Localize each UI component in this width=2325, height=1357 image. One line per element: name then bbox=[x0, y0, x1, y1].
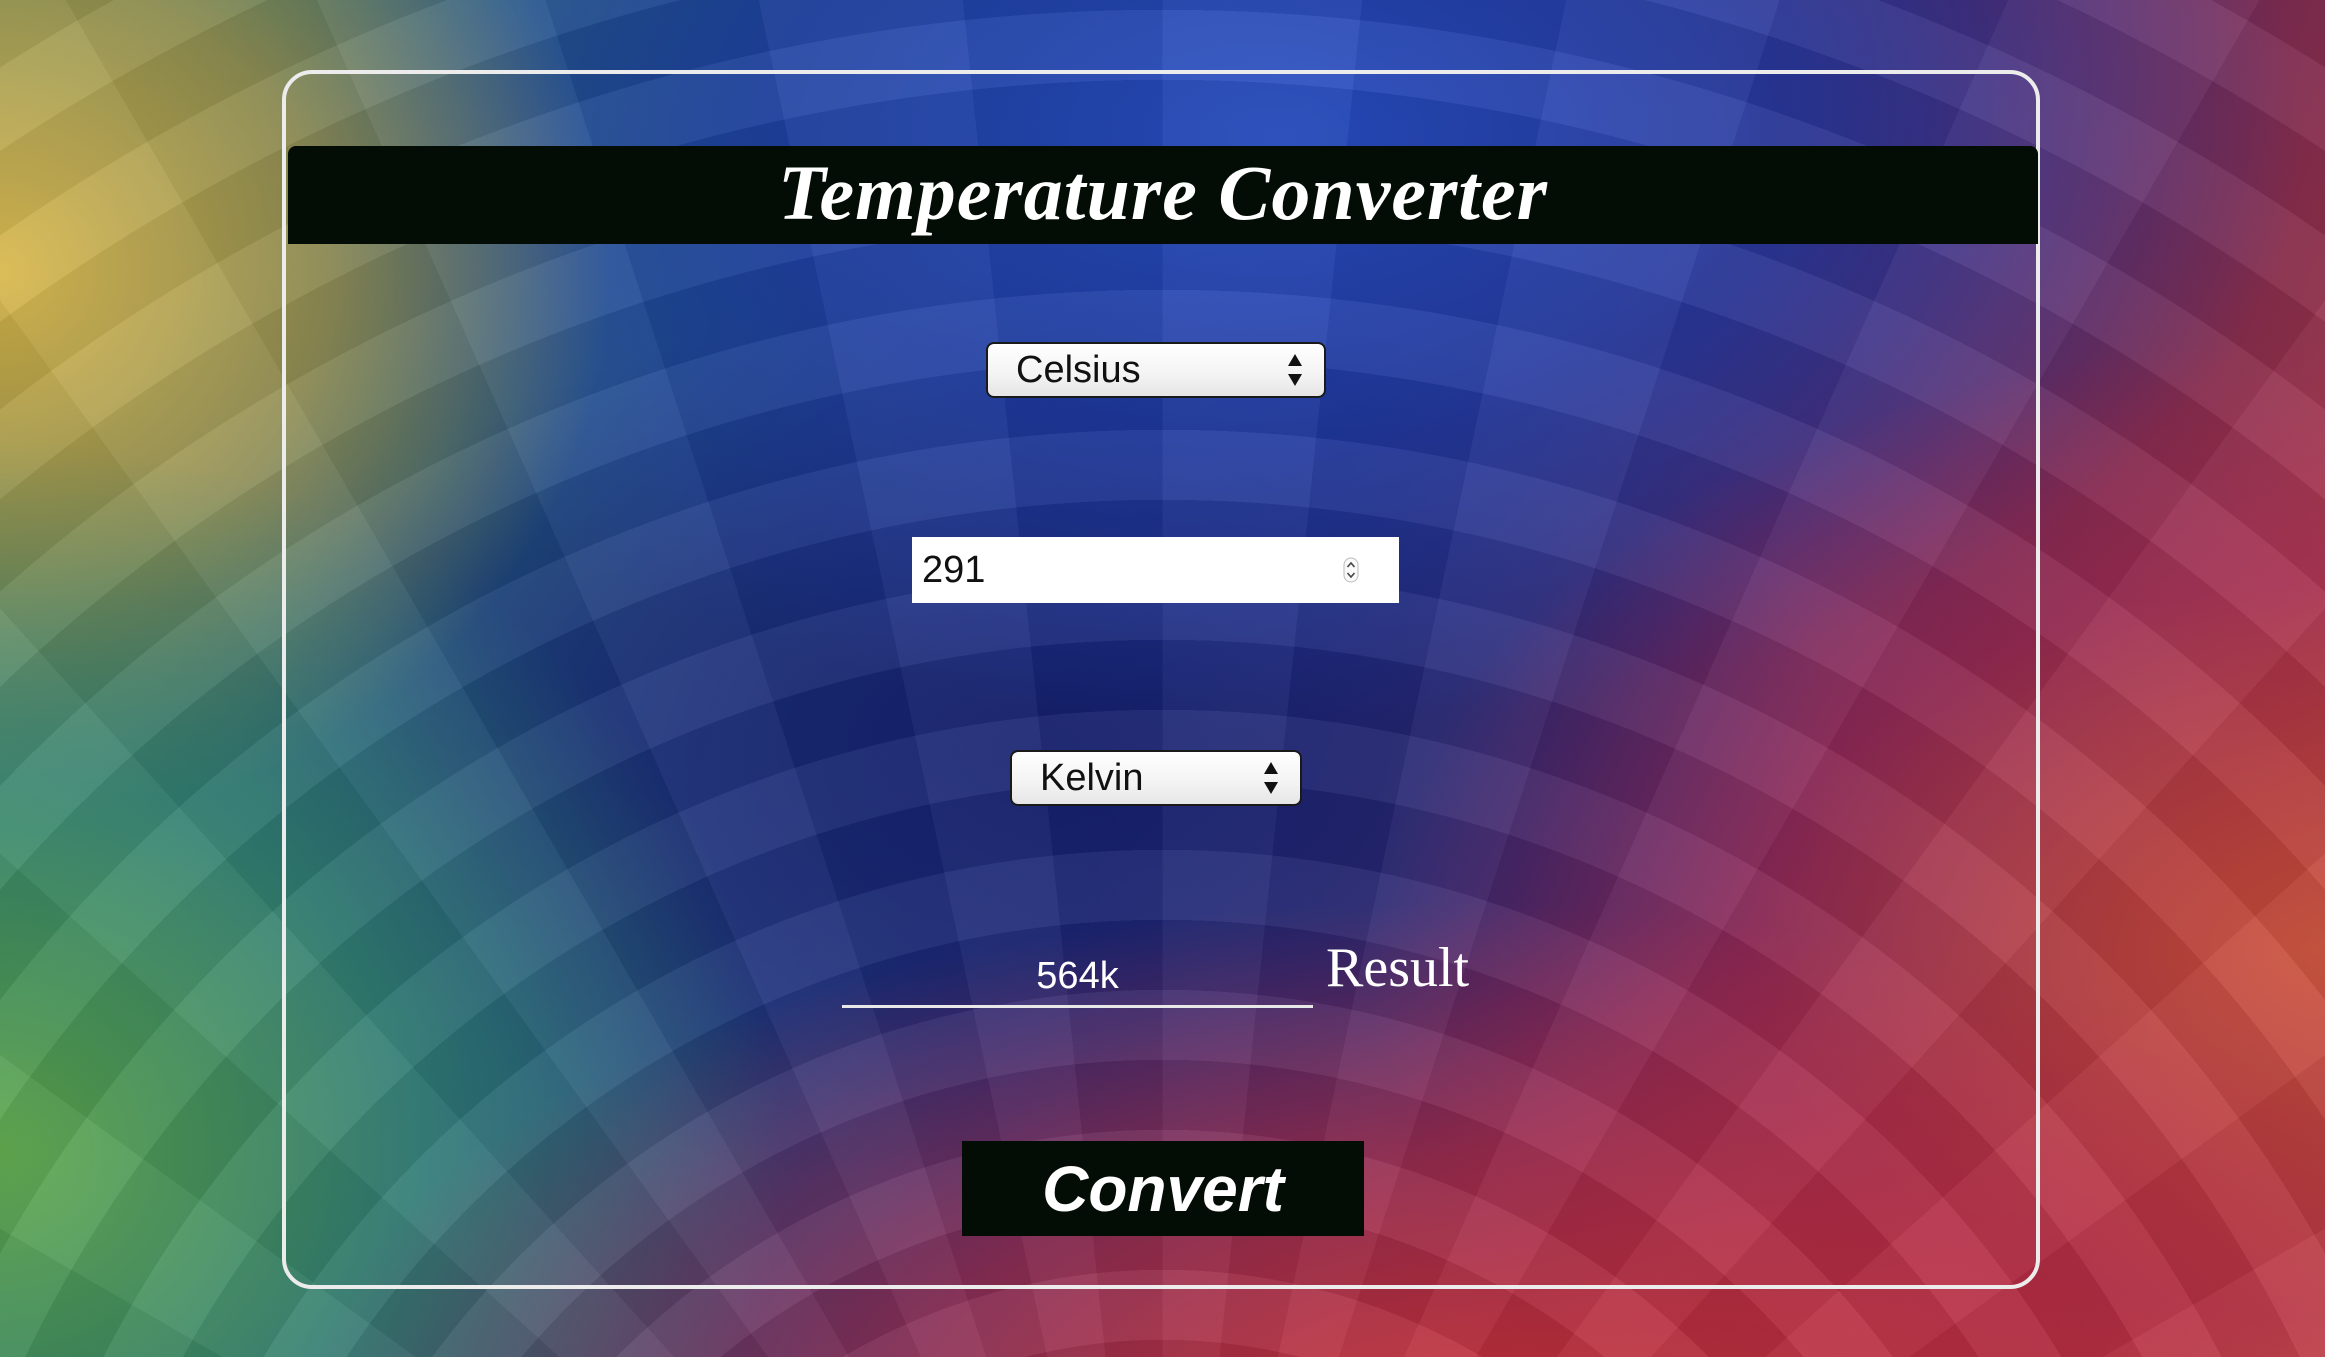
number-spinner-icon[interactable] bbox=[1343, 557, 1359, 583]
page-title: Temperature Converter bbox=[778, 149, 1548, 236]
result-label: Result bbox=[1326, 937, 1470, 999]
from-unit-select[interactable]: Celsius bbox=[986, 342, 1326, 398]
to-unit-select[interactable]: Kelvin bbox=[1010, 750, 1302, 806]
up-down-chevrons-icon bbox=[1264, 762, 1278, 794]
temperature-input[interactable]: 291 bbox=[912, 537, 1399, 603]
converter-card bbox=[282, 70, 2040, 1289]
to-unit-value: Kelvin bbox=[1040, 756, 1144, 799]
title-bar: Temperature Converter bbox=[288, 146, 2038, 244]
temperature-input-value: 291 bbox=[922, 548, 986, 591]
up-down-chevrons-icon bbox=[1288, 354, 1302, 386]
result-output: 564k bbox=[842, 948, 1313, 1008]
result-value: 564k bbox=[1036, 955, 1119, 997]
from-unit-value: Celsius bbox=[1016, 348, 1141, 391]
convert-button[interactable]: Convert bbox=[962, 1141, 1364, 1236]
